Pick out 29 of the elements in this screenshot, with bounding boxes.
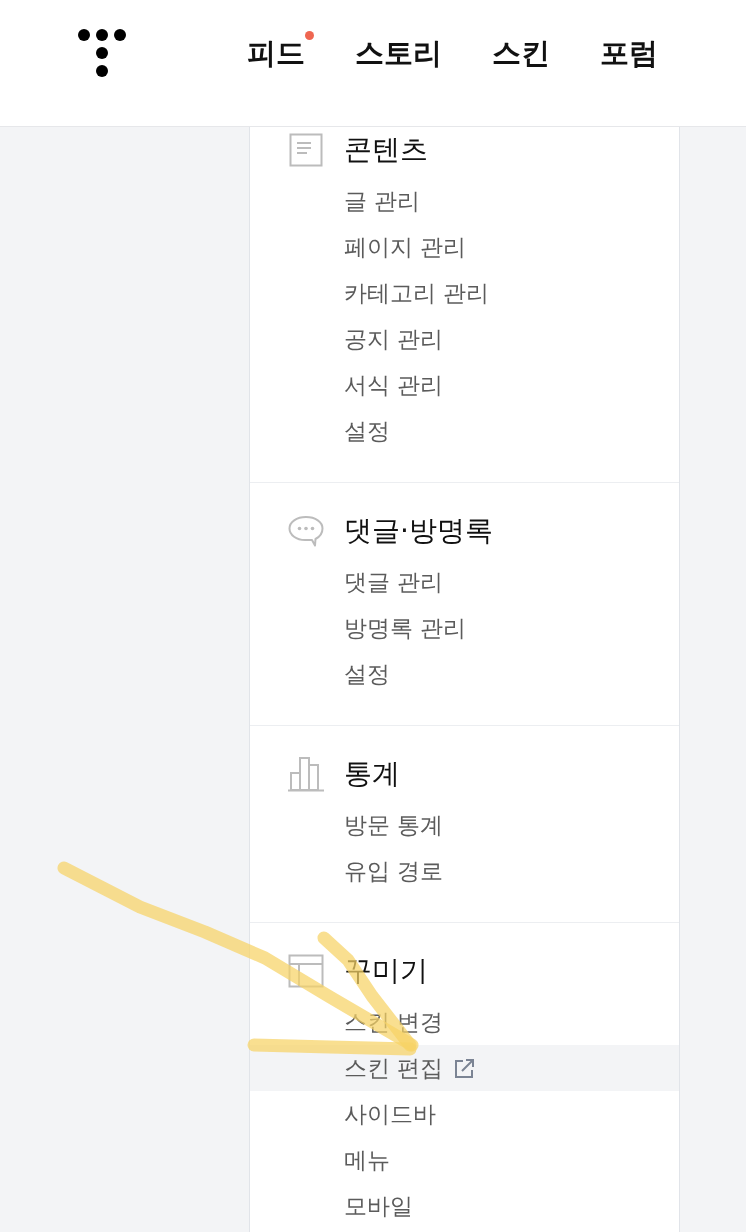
bar-chart-icon xyxy=(288,756,324,792)
nav-link[interactable]: 피드 xyxy=(247,34,305,72)
menu-item[interactable]: 모바일 xyxy=(250,1183,679,1229)
section-heading: 콘텐츠 xyxy=(344,132,428,168)
menu-item[interactable]: 유입 경로 xyxy=(250,848,679,894)
nav-link[interactable]: 스토리 xyxy=(355,34,442,72)
menu-item[interactable]: 스킨 편집 xyxy=(250,1045,679,1091)
section-heading: 꾸미기 xyxy=(344,953,428,989)
menu-item[interactable]: 사이드바 xyxy=(250,1091,679,1137)
external-link-icon xyxy=(454,1057,476,1079)
speech-bubble-icon xyxy=(288,515,324,547)
menu-item[interactable]: 메뉴 xyxy=(250,1137,679,1183)
section-heading: 댓글·방명록 xyxy=(344,513,493,549)
menu-item[interactable]: 글 관리 xyxy=(250,178,679,224)
menu-item[interactable]: 카테고리 관리 xyxy=(250,270,679,316)
menu-item[interactable]: 서식 관리 xyxy=(250,362,679,408)
menu-item[interactable]: 설정 xyxy=(250,408,679,454)
menu-item[interactable]: 공지 관리 xyxy=(250,316,679,362)
menu-item[interactable]: 방문 통계 xyxy=(250,802,679,848)
dots-logo-icon[interactable] xyxy=(78,29,126,77)
layout-icon xyxy=(288,954,324,988)
nav-link[interactable]: 스킨 xyxy=(492,34,550,72)
menu-item[interactable]: 설정 xyxy=(250,651,679,697)
nav-link[interactable]: 포럼 xyxy=(600,34,658,72)
document-icon xyxy=(289,133,323,167)
menu-item[interactable]: 페이지 관리 xyxy=(250,224,679,270)
menu-item[interactable]: 댓글 관리 xyxy=(250,559,679,605)
menu-item[interactable]: 방명록 관리 xyxy=(250,605,679,651)
section-heading: 통계 xyxy=(344,756,400,792)
